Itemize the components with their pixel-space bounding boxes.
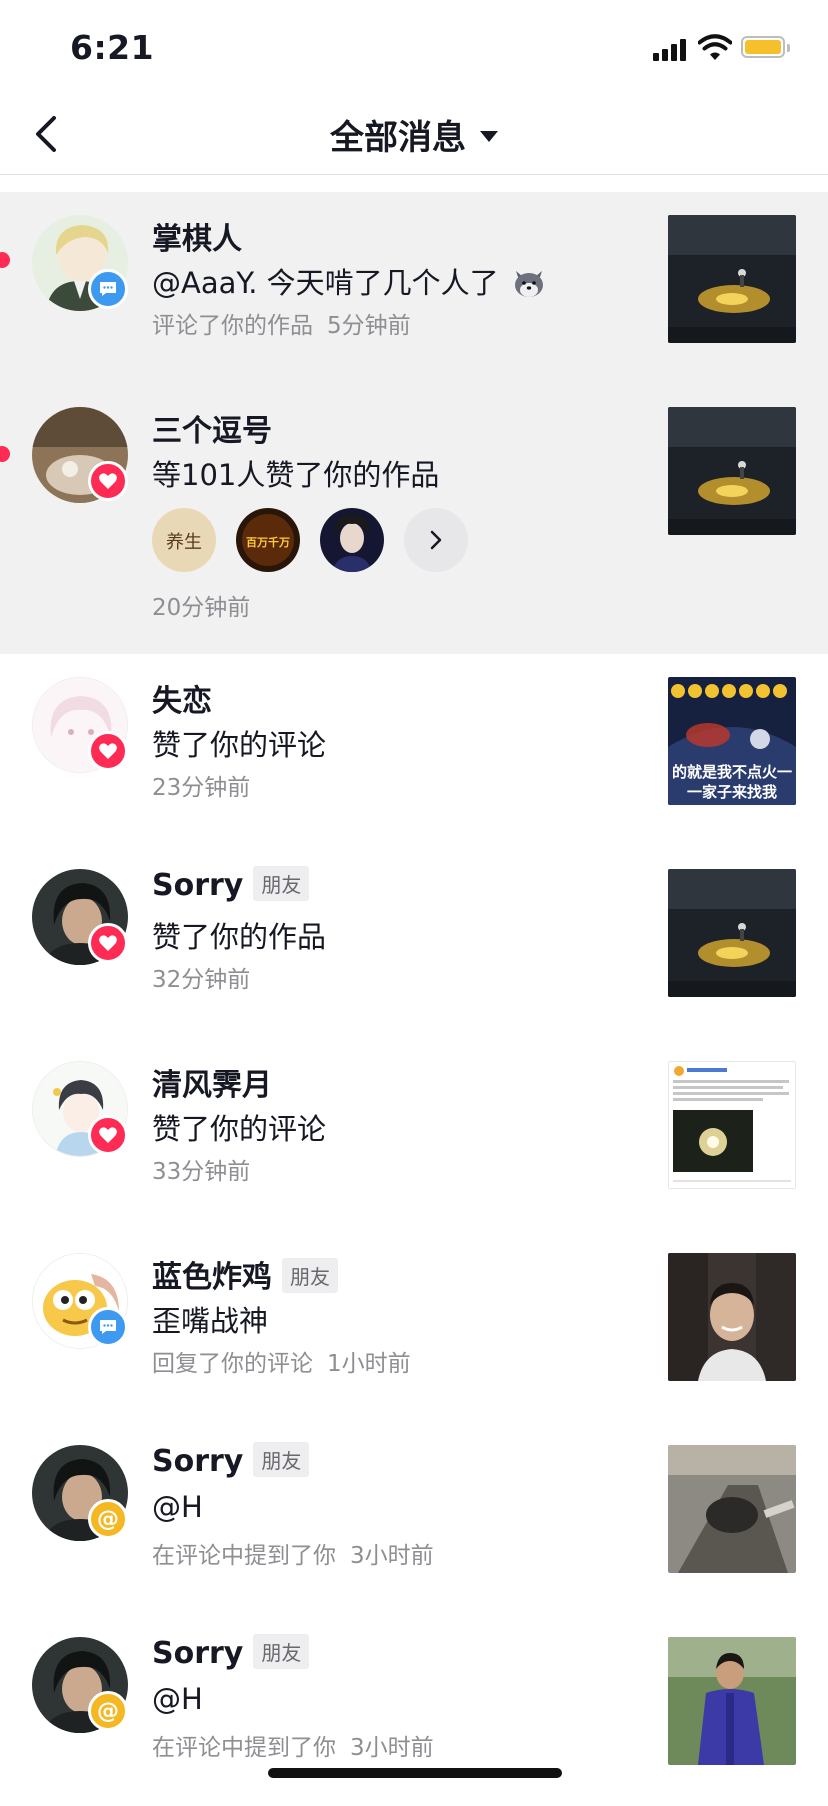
video-thumbnail[interactable] bbox=[668, 1637, 796, 1765]
friend-tag: 朋友 bbox=[253, 866, 310, 901]
notification-meta: 在评论中提到了你 3小时前 bbox=[152, 1543, 434, 1569]
more-likers-button[interactable] bbox=[404, 508, 468, 572]
sender-name[interactable]: Sorry 朋友 bbox=[152, 866, 310, 904]
status-bar: 6:21 bbox=[0, 0, 828, 96]
sender-name[interactable]: 蓝色炸鸡 朋友 bbox=[152, 1252, 338, 1296]
notification-item[interactable]: Sorry 朋友 赞了你的作品 32分钟前 bbox=[0, 846, 828, 1038]
like-heart-badge-icon bbox=[88, 1115, 128, 1155]
notification-meta: 回复了你的评论 1小时前 bbox=[152, 1351, 411, 1377]
svg-text:一家子来找我: 一家子来找我 bbox=[687, 783, 777, 801]
like-heart-badge-icon bbox=[88, 731, 128, 771]
notification-meta: 33分钟前 bbox=[152, 1159, 251, 1185]
liker-avatar[interactable]: 百万千万 bbox=[236, 508, 300, 572]
status-time: 6:21 bbox=[70, 28, 155, 67]
video-thumbnail[interactable] bbox=[668, 869, 796, 997]
video-thumbnail[interactable] bbox=[668, 1445, 796, 1573]
notification-item[interactable]: 清风霁月 赞了你的评论 33分钟前 bbox=[0, 1038, 828, 1230]
mention-badge-icon: @ bbox=[88, 1499, 128, 1539]
friend-tag: 朋友 bbox=[253, 1442, 310, 1477]
message-filter-dropdown[interactable]: 全部消息 bbox=[0, 110, 828, 159]
svg-text:百万千万: 百万千万 bbox=[246, 535, 290, 549]
unread-dot bbox=[0, 446, 10, 462]
comment-badge-icon bbox=[88, 269, 128, 309]
notification-meta: 在评论中提到了你 3小时前 bbox=[152, 1735, 434, 1761]
notification-item[interactable]: 失恋 赞了你的评论 23分钟前 的就是我不点火一 一家子来找我 bbox=[0, 654, 828, 846]
sender-name[interactable]: 失恋 bbox=[152, 676, 212, 720]
friend-tag: 朋友 bbox=[282, 1258, 338, 1293]
message-content: 赞了你的评论 bbox=[152, 1112, 327, 1146]
page-title: 全部消息 bbox=[330, 118, 466, 158]
video-thumbnail[interactable] bbox=[668, 1253, 796, 1381]
battery-icon bbox=[741, 36, 790, 58]
notification-item[interactable]: 蓝色炸鸡 朋友 歪嘴战神 回复了你的评论 1小时前 bbox=[0, 1230, 828, 1422]
friend-tag: 朋友 bbox=[253, 1634, 310, 1669]
like-heart-badge-icon bbox=[88, 461, 128, 501]
sender-name[interactable]: Sorry 朋友 bbox=[152, 1634, 310, 1672]
video-thumbnail[interactable] bbox=[668, 407, 796, 535]
message-content: @AaaY. 今天啃了几个人了 bbox=[152, 260, 546, 302]
liker-avatar[interactable] bbox=[320, 508, 384, 572]
message-content: 歪嘴战神 bbox=[152, 1304, 269, 1338]
notification-meta: 23分钟前 bbox=[152, 775, 251, 801]
comment-badge-icon bbox=[88, 1307, 128, 1347]
message-content: @H bbox=[152, 1682, 203, 1716]
comment-screenshot-thumbnail[interactable] bbox=[668, 1061, 796, 1189]
video-thumbnail[interactable] bbox=[668, 215, 796, 343]
unread-dot bbox=[0, 252, 10, 268]
notification-item[interactable]: @ Sorry 朋友 @H 在评论中提到了你 3小时前 bbox=[0, 1422, 828, 1614]
message-content: @H bbox=[152, 1490, 203, 1524]
notification-item[interactable]: 三个逗号 等101人赞了你的作品 养生 百万千万 20分钟前 bbox=[0, 384, 828, 654]
video-thumbnail[interactable]: 的就是我不点火一 一家子来找我 bbox=[668, 677, 796, 805]
notification-meta: 32分钟前 bbox=[152, 967, 251, 993]
liker-avatar[interactable]: 养生 bbox=[152, 508, 216, 572]
mention-badge-icon: @ bbox=[88, 1691, 128, 1731]
sender-name[interactable]: 清风霁月 bbox=[152, 1060, 272, 1104]
message-content: 赞了你的作品 bbox=[152, 920, 327, 954]
svg-text:养生: 养生 bbox=[166, 532, 202, 553]
chevron-right-icon bbox=[430, 530, 442, 550]
cellular-signal-icon bbox=[653, 37, 687, 61]
sender-name[interactable]: Sorry 朋友 bbox=[152, 1442, 310, 1480]
message-content: 等101人赞了你的作品 bbox=[152, 458, 440, 492]
message-content: 赞了你的评论 bbox=[152, 728, 327, 762]
dog-emoji-icon bbox=[514, 271, 543, 297]
notification-meta: 20分钟前 bbox=[152, 595, 251, 621]
sender-name[interactable]: 掌棋人 bbox=[152, 214, 242, 258]
sender-name[interactable]: 三个逗号 bbox=[152, 406, 272, 450]
nav-bar: 全部消息 bbox=[0, 96, 828, 175]
dropdown-caret-icon bbox=[480, 131, 498, 142]
svg-text:的就是我不点火一: 的就是我不点火一 bbox=[672, 763, 792, 781]
notification-meta: 评论了你的作品 5分钟前 bbox=[152, 313, 411, 339]
like-heart-badge-icon bbox=[88, 923, 128, 963]
home-indicator bbox=[268, 1768, 562, 1778]
notification-item[interactable]: 掌棋人 @AaaY. 今天啃了几个人了 评论了你的作品 5分钟前 bbox=[0, 192, 828, 384]
wifi-icon bbox=[698, 34, 732, 60]
